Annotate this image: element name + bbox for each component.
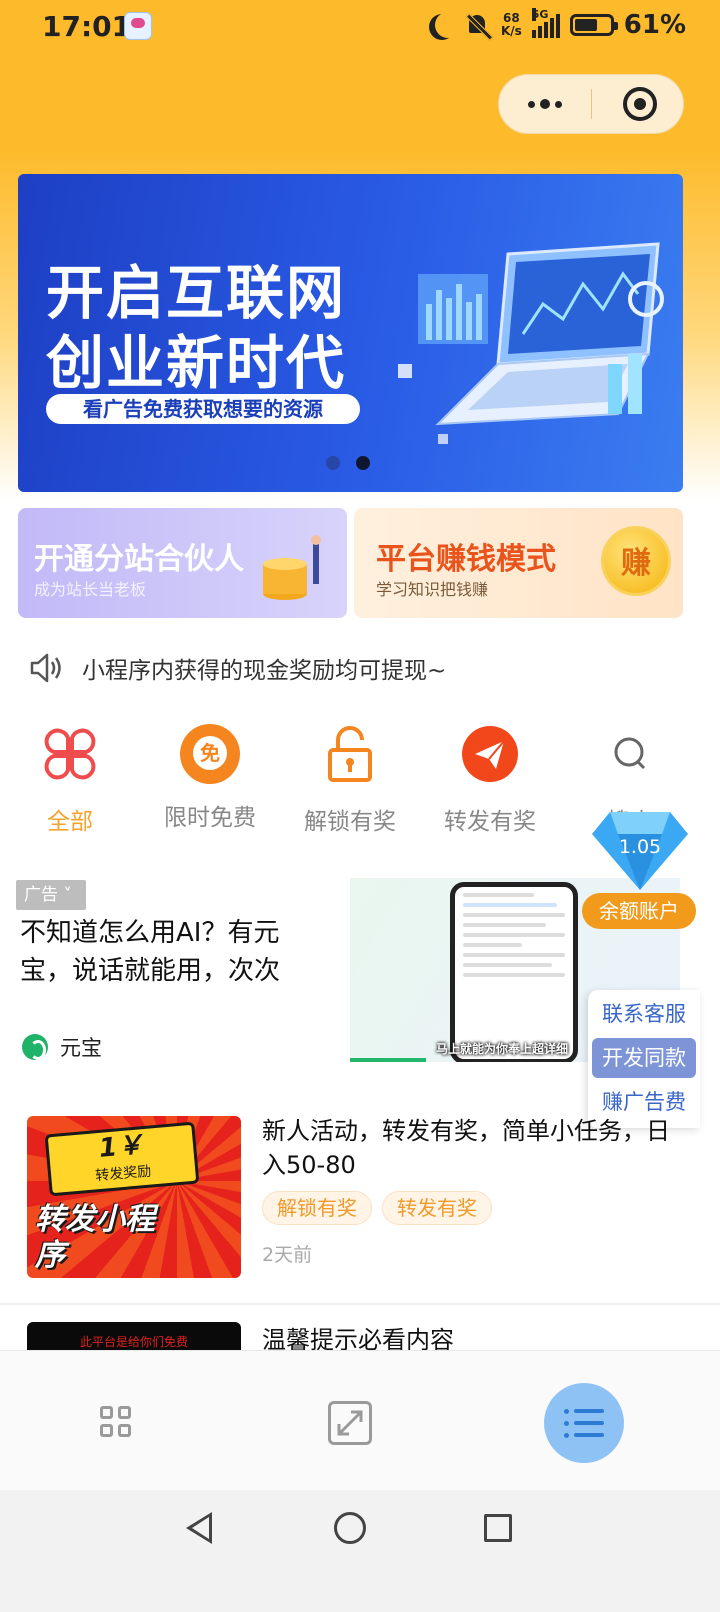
thumbnail-text: 转发小程序 — [35, 1202, 155, 1273]
article-thumbnail[interactable]: 1￥ 转发奖励 转发小程序 — [27, 1116, 241, 1278]
category-label: 转发有奖 — [444, 809, 536, 835]
balance-value: 1.05 — [618, 836, 662, 858]
status-indicators: 68 K/s 5G 61% — [429, 8, 686, 40]
earn-coin-icon: 赚 — [601, 526, 671, 596]
miniprogram-capsule — [498, 74, 684, 134]
side-menu: 联系客服 开发同款 赚广告费 — [588, 990, 700, 1128]
share-plane-icon — [462, 726, 518, 782]
banner-title-line2: 创业新时代 — [46, 329, 347, 397]
search-icon — [614, 737, 646, 770]
ad-brand-name: 元宝 — [60, 1036, 102, 1060]
battery-percent: 61% — [623, 10, 686, 40]
unlock-icon — [328, 726, 372, 782]
category-share[interactable]: 转发有奖 — [420, 724, 560, 836]
pagination-dot-active[interactable] — [356, 456, 370, 470]
ad-brand[interactable]: 元宝 — [22, 1032, 102, 1062]
ad-caption: 马上就能为你奉上超详细 — [436, 1042, 569, 1056]
article-tags: 解锁有奖 转发有奖 — [262, 1191, 492, 1225]
notice-text: 小程序内获得的现金奖励均可提现~ — [82, 658, 447, 684]
bottom-tab-bar — [0, 1350, 720, 1490]
article-thumbnail[interactable]: 此平台是给你们免费 — [27, 1322, 241, 1350]
partner-promo-subtitle: 成为站长当老板 — [34, 580, 147, 599]
list-menu-button[interactable] — [544, 1383, 624, 1463]
ad-progress-bar — [350, 1058, 426, 1062]
divider — [0, 1303, 720, 1305]
status-time: 17:01 — [42, 10, 132, 43]
earning-mode-title: 平台赚钱模式 — [376, 542, 556, 577]
banner-pagination — [326, 456, 370, 470]
balance-account-button[interactable]: 余额账户 — [582, 893, 696, 929]
category-free[interactable]: 免 限时免费 — [140, 724, 280, 832]
grid-icon[interactable] — [100, 1406, 132, 1438]
reward-ticket: 1￥ 转发奖励 — [44, 1121, 200, 1197]
pagination-dot[interactable] — [326, 456, 340, 470]
back-icon[interactable] — [186, 1512, 212, 1544]
network-speed: 68 K/s — [500, 11, 522, 38]
more-dot-icon — [528, 100, 535, 108]
close-target-button[interactable] — [623, 87, 657, 121]
hero-banner[interactable]: 开启互联网 创业新时代 看广告免费获取想要的资源 — [18, 174, 683, 492]
article-time: 2天前 — [262, 1244, 313, 1266]
yuanbao-logo-icon — [22, 1034, 48, 1060]
article-tag[interactable]: 解锁有奖 — [262, 1191, 372, 1225]
free-badge-text: 免 — [193, 736, 227, 770]
category-all[interactable]: 全部 — [0, 724, 140, 836]
more-button[interactable] — [499, 75, 591, 133]
article-title[interactable]: 新人活动，转发有奖，简单小任务，日入50-80 — [262, 1114, 672, 1182]
contact-service-button[interactable]: 联系客服 — [592, 994, 696, 1034]
article-tag[interactable]: 转发有奖 — [382, 1191, 492, 1225]
coins-illustration — [263, 535, 321, 600]
category-unlock[interactable]: 解锁有奖 — [280, 724, 420, 836]
ad-title[interactable]: 不知道怎么用AI？有元宝，说话就能用，次次 — [20, 914, 320, 990]
system-navigation-bar — [0, 1490, 720, 1612]
home-icon[interactable] — [334, 1512, 366, 1544]
network-type: 5G — [531, 8, 549, 21]
more-dot-icon — [555, 100, 562, 108]
category-label: 全部 — [47, 809, 93, 835]
app-notification-icon — [124, 12, 152, 40]
diagonal-arrows — [337, 1410, 363, 1436]
laptop-illustration — [398, 242, 664, 444]
battery-icon — [569, 14, 618, 36]
four-petal-icon — [44, 728, 96, 780]
recent-apps-icon[interactable] — [484, 1514, 512, 1542]
expand-icon[interactable] — [328, 1401, 372, 1445]
earning-mode-card[interactable]: 平台赚钱模式 学习知识把钱赚 赚 — [354, 508, 683, 618]
status-bar: 17:01 68 K/s 5G 61% — [0, 0, 720, 56]
banner-subtitle: 看广告免费获取想要的资源 — [46, 394, 360, 424]
more-dot-icon — [540, 99, 550, 109]
capsule-divider — [591, 89, 592, 119]
develop-same-button[interactable]: 开发同款 — [592, 1038, 696, 1078]
category-label: 限时免费 — [164, 805, 256, 831]
speaker-icon — [30, 653, 61, 683]
ad-tag[interactable]: 广告 ˅ — [16, 880, 86, 910]
category-label: 解锁有奖 — [304, 809, 396, 835]
phone-illustration — [450, 882, 578, 1062]
mute-bell-icon — [465, 12, 491, 38]
notice-bar[interactable]: 小程序内获得的现金奖励均可提现~ — [28, 648, 446, 688]
partner-promo-card[interactable]: 开通分站合伙人 成为站长当老板 — [18, 508, 347, 618]
earning-mode-subtitle: 学习知识把钱赚 — [376, 580, 489, 599]
signal-icon: 5G — [531, 8, 560, 38]
chevron-down-icon: ˅ — [58, 885, 72, 905]
partner-promo-title: 开通分站合伙人 — [34, 542, 244, 577]
free-badge-icon: 免 — [180, 724, 240, 784]
do-not-disturb-icon — [435, 12, 461, 38]
